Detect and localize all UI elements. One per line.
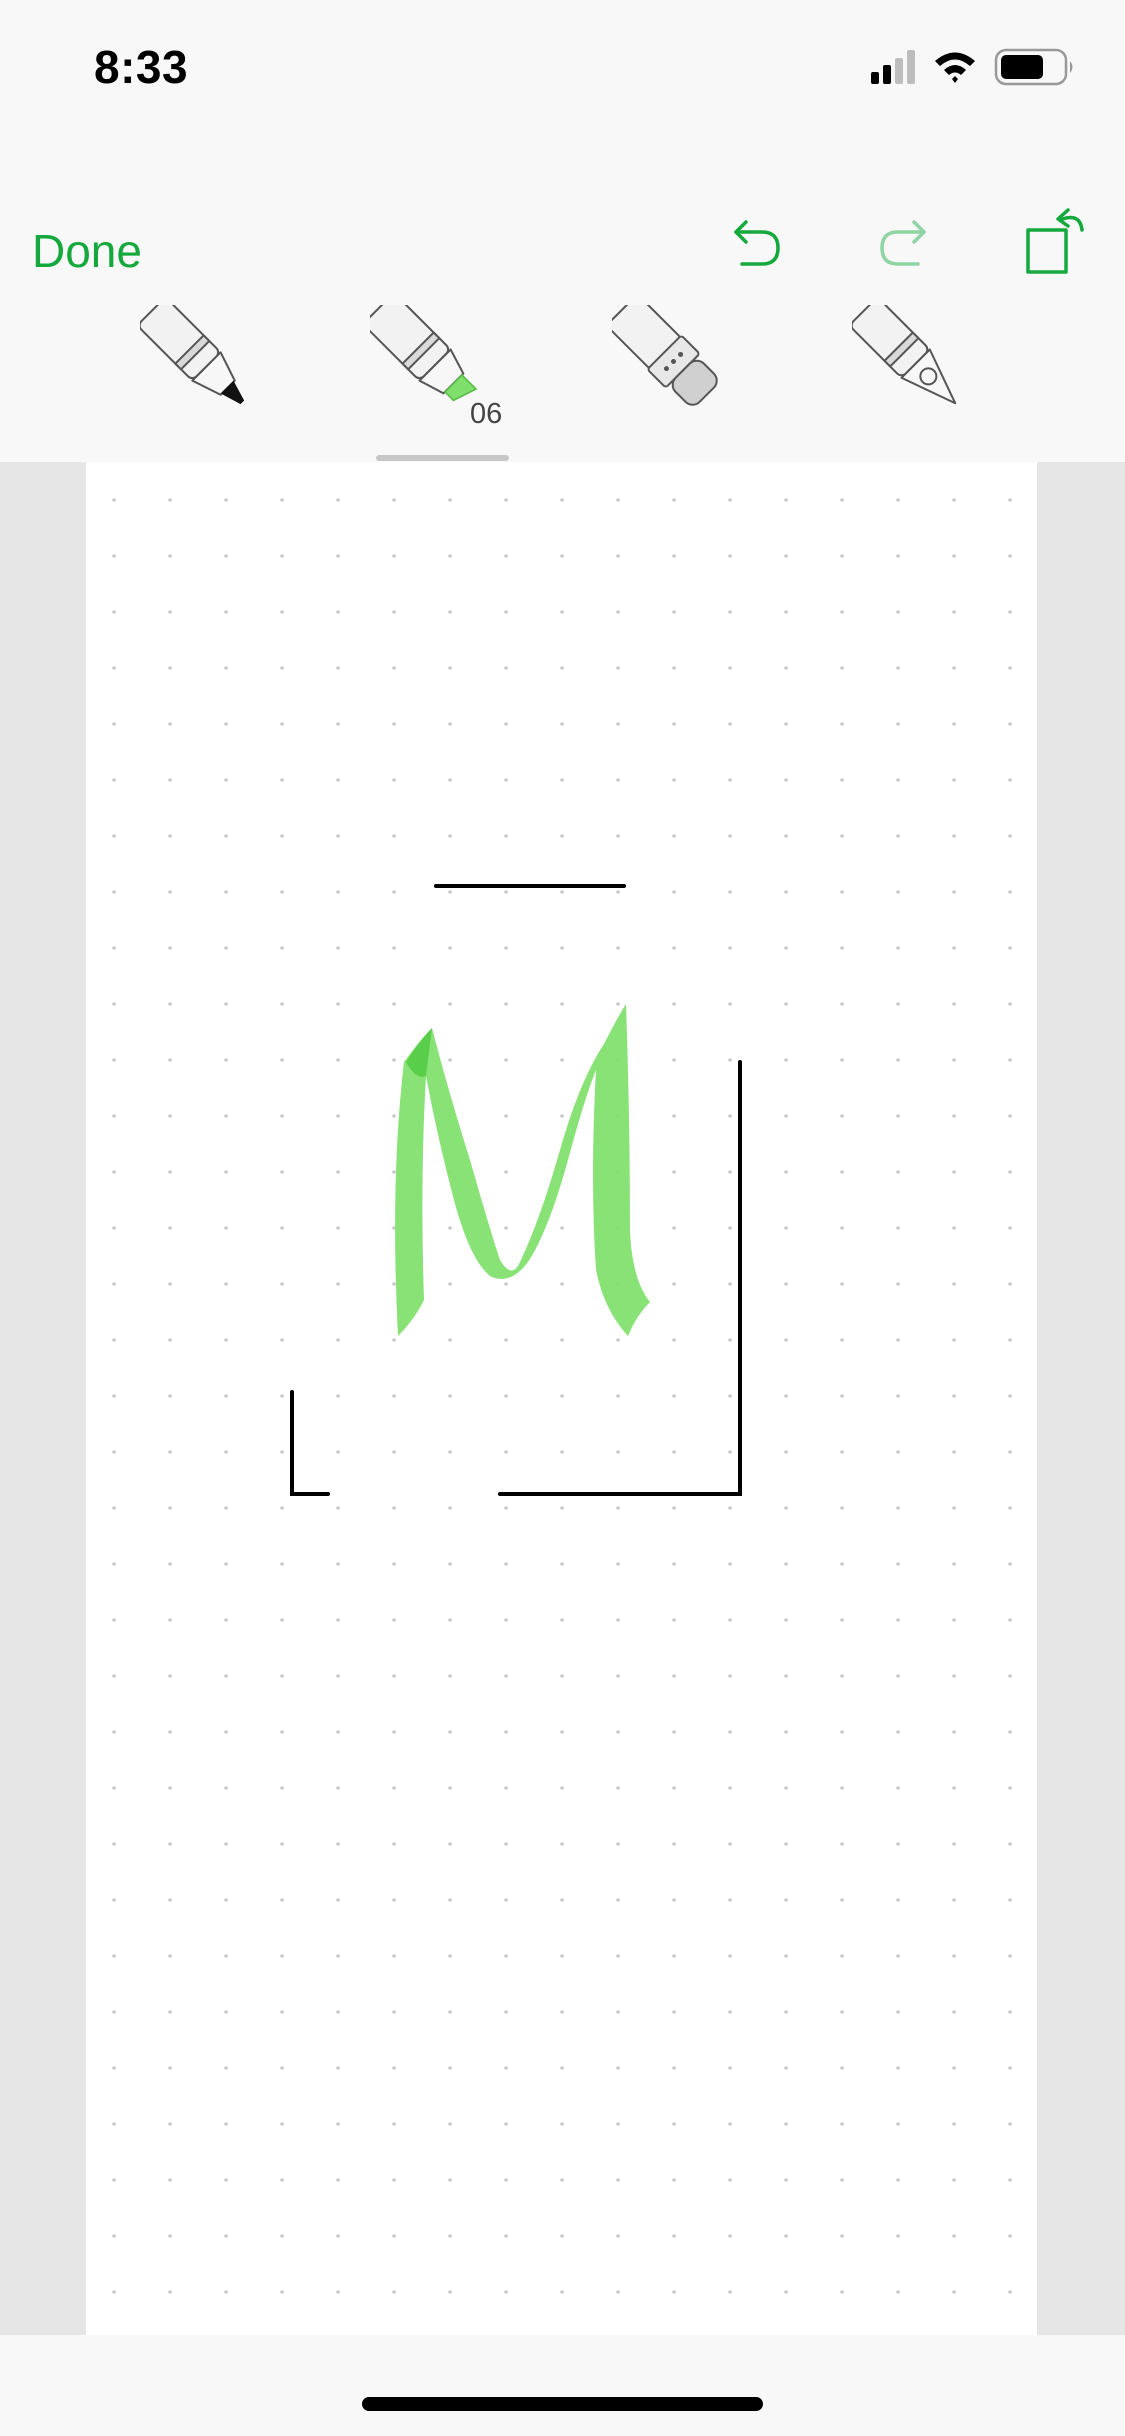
- wifi-icon: [935, 52, 975, 83]
- drawing-page[interactable]: [86, 462, 1037, 2335]
- rotate-page-icon[interactable]: [1024, 206, 1088, 276]
- status-bar: 8:33: [0, 0, 1125, 140]
- cellular-signal-icon: [871, 50, 915, 84]
- status-icons: [871, 48, 1081, 88]
- battery-icon: [994, 48, 1073, 86]
- selected-tool-indicator: [376, 455, 509, 461]
- home-indicator[interactable]: [362, 2397, 763, 2411]
- done-button[interactable]: Done: [32, 224, 142, 278]
- status-time: 8:33: [94, 41, 189, 93]
- highlighter-size-label: 06: [470, 398, 503, 430]
- undo-arrow-icon[interactable]: [728, 218, 784, 270]
- redo-arrow-icon[interactable]: [876, 218, 932, 270]
- pen-tool-icon[interactable]: [138, 298, 280, 435]
- lasso-tool-icon[interactable]: [850, 298, 992, 435]
- bottom-bar: [0, 2335, 1125, 2436]
- eraser-tool-icon[interactable]: [607, 295, 752, 435]
